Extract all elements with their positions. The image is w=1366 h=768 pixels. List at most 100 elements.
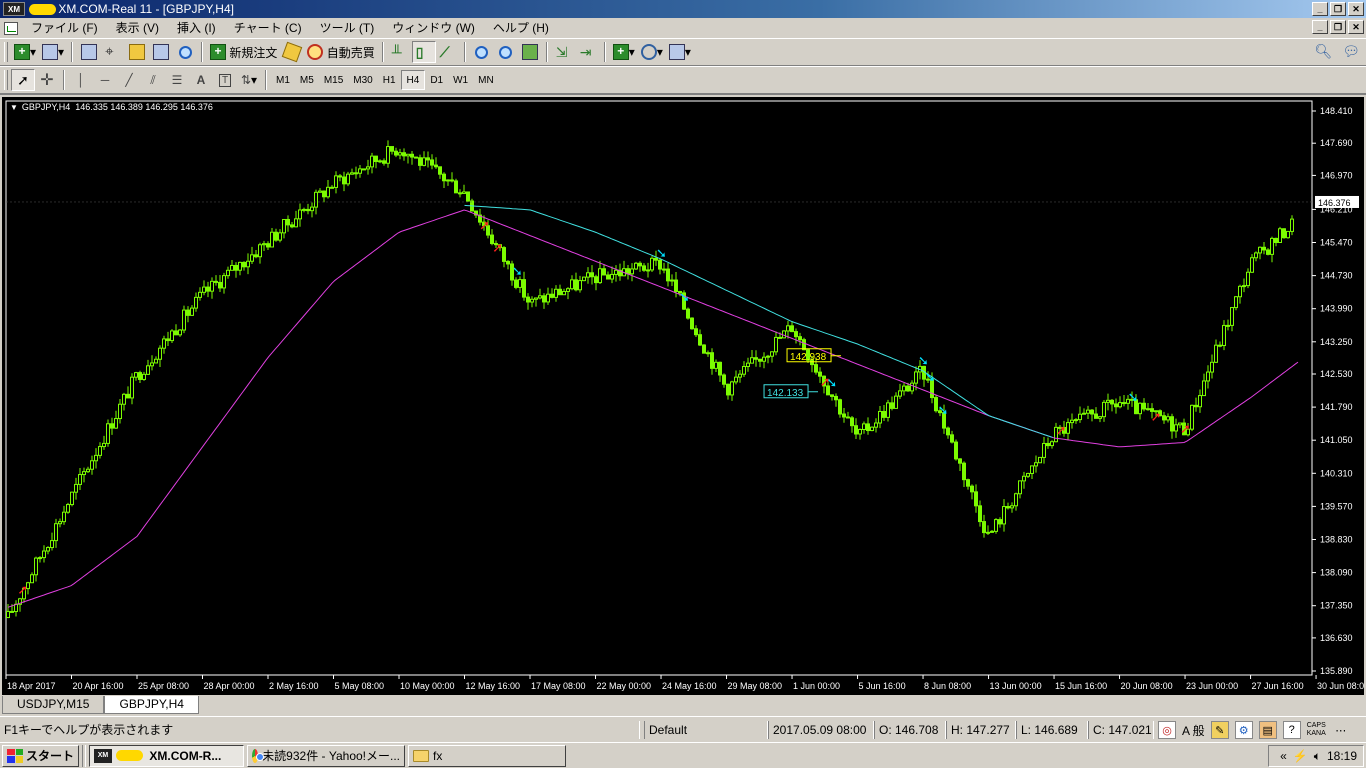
mdi-restore-button[interactable]: ❐ bbox=[1330, 20, 1346, 34]
new-chart-button[interactable]: + ▾ bbox=[11, 41, 39, 63]
tf-w1-button[interactable]: W1 bbox=[448, 70, 473, 90]
restore-button[interactable]: ❐ bbox=[1330, 2, 1346, 16]
strategy-tester-button[interactable] bbox=[173, 41, 197, 63]
terminal-button[interactable] bbox=[149, 41, 173, 63]
ma-fast-line bbox=[464, 204, 1053, 438]
zoom-out-button[interactable] bbox=[494, 41, 518, 63]
candle-body bbox=[426, 157, 430, 161]
zoom-in-button[interactable] bbox=[470, 41, 494, 63]
ime-help-icon[interactable]: ? bbox=[1282, 721, 1301, 739]
task-fx-folder[interactable]: fx bbox=[408, 744, 567, 767]
menu-help[interactable]: ヘルプ (H) bbox=[484, 19, 558, 37]
new-order-button[interactable]: + 新規注文 bbox=[207, 41, 280, 63]
tester-icon bbox=[178, 45, 192, 59]
chart-document-icon[interactable] bbox=[4, 21, 18, 35]
candle-body bbox=[1142, 402, 1146, 410]
candle-body bbox=[886, 402, 890, 418]
status-help-text: F1キーでヘルプが表示されます bbox=[0, 721, 640, 739]
horizontal-line-button[interactable]: ─ bbox=[93, 69, 117, 91]
mdi-close-button[interactable]: ✕ bbox=[1348, 20, 1364, 34]
tab-gbpjpy-h4[interactable]: GBPJPY,H4 bbox=[104, 696, 199, 714]
menu-chart[interactable]: チャート (C) bbox=[225, 19, 311, 37]
candle-body bbox=[1266, 249, 1270, 255]
menu-window[interactable]: ウィンドウ (W) bbox=[383, 19, 484, 37]
search-icon[interactable]: 🔍︎ bbox=[1314, 43, 1332, 60]
chart-tabs: USDJPY,M15 GBPJPY,H4 bbox=[0, 696, 1366, 716]
market-watch-button[interactable] bbox=[77, 41, 101, 63]
ime-mode[interactable]: A 般 bbox=[1182, 722, 1205, 739]
network-icon[interactable]: ⚡ bbox=[1293, 749, 1308, 763]
x-tick-label: 24 May 16:00 bbox=[662, 681, 717, 691]
close-button[interactable]: ✕ bbox=[1348, 2, 1364, 16]
zoom-in-icon bbox=[475, 45, 489, 59]
auto-scroll-button[interactable]: ⇲ bbox=[552, 41, 576, 63]
ime-toggle-icon[interactable]: ◎ bbox=[1158, 721, 1176, 739]
menu-view[interactable]: 表示 (V) bbox=[107, 19, 168, 37]
tf-m15-button[interactable]: M15 bbox=[319, 70, 348, 90]
candle-body bbox=[178, 329, 182, 336]
auto-trading-button[interactable]: 自動売買 bbox=[304, 41, 377, 63]
tab-usdjpy-m15[interactable]: USDJPY,M15 bbox=[2, 696, 105, 714]
line-chart-button[interactable]: ⟋ bbox=[436, 41, 460, 63]
task-xm-terminal[interactable]: XM XM.COM-R... bbox=[89, 744, 245, 767]
price-chart[interactable]: 148.410147.690146.970146.210145.470144.7… bbox=[2, 97, 1364, 695]
signal-down-arrow: ➘ bbox=[918, 354, 929, 369]
equidistant-channel-button[interactable]: ⫽ bbox=[141, 69, 165, 91]
cursor-button[interactable]: ➚ bbox=[11, 69, 35, 91]
text-button[interactable]: A bbox=[189, 69, 213, 91]
periods-button[interactable]: ▾ bbox=[638, 41, 666, 63]
chart-shift-button[interactable]: ⇥ bbox=[576, 41, 600, 63]
ime-dictionary-icon[interactable]: ⚙ bbox=[1234, 721, 1253, 739]
tf-mn-button[interactable]: MN bbox=[473, 70, 499, 90]
tf-d1-button[interactable]: D1 bbox=[425, 70, 448, 90]
navigator-button[interactable] bbox=[125, 41, 149, 63]
candle-body bbox=[598, 268, 602, 284]
menu-tools[interactable]: ツール (T) bbox=[311, 19, 384, 37]
y-tick-label: 148.410 bbox=[1320, 106, 1353, 116]
ime-options-icon[interactable]: ⋯ bbox=[1332, 721, 1350, 739]
menu-insert[interactable]: 挿入 (I) bbox=[168, 19, 225, 37]
indicators-button[interactable]: + ▾ bbox=[610, 41, 638, 63]
chart-canvas[interactable]: 148.410 147.690 146.970 146.210 145.470 144.7… bbox=[2, 97, 1364, 695]
menu-file[interactable]: ファイル (F) bbox=[22, 19, 107, 37]
tray-expand-icon[interactable]: « bbox=[1280, 749, 1287, 763]
bar-chart-button[interactable]: ╨ bbox=[388, 41, 412, 63]
toolbar-grip[interactable] bbox=[4, 42, 8, 62]
tf-h1-button[interactable]: H1 bbox=[378, 70, 401, 90]
data-window-button[interactable]: ⌖ bbox=[101, 41, 125, 63]
crosshair-button[interactable]: ✛ bbox=[35, 69, 59, 91]
arrows-button[interactable]: ⇅ ▾ bbox=[237, 69, 261, 91]
tf-h4-button[interactable]: H4 bbox=[400, 70, 426, 90]
toolbar-grip[interactable] bbox=[4, 70, 8, 90]
profiles-button[interactable]: ▾ bbox=[39, 41, 67, 63]
tf-m1-button[interactable]: M1 bbox=[271, 70, 295, 90]
fibonacci-button[interactable]: ☰ bbox=[165, 69, 189, 91]
candle-body bbox=[646, 269, 650, 272]
candle-body bbox=[1286, 230, 1290, 239]
tf-m5-button[interactable]: M5 bbox=[295, 70, 319, 90]
tile-windows-button[interactable] bbox=[518, 41, 542, 63]
tf-m30-button[interactable]: M30 bbox=[348, 70, 377, 90]
candle-body bbox=[522, 279, 526, 298]
start-button[interactable]: スタート bbox=[2, 744, 80, 767]
candle-body bbox=[114, 418, 118, 429]
mdi-minimize-button[interactable]: _ bbox=[1312, 20, 1328, 34]
text-label-button[interactable]: T bbox=[213, 69, 237, 91]
collapse-triangle-icon[interactable]: ▼ bbox=[10, 103, 18, 112]
templates-button[interactable]: ▾ bbox=[666, 41, 694, 63]
candlestick-button[interactable]: ▯ bbox=[411, 41, 436, 63]
minimize-button[interactable]: _ bbox=[1312, 2, 1328, 16]
candle-body bbox=[1238, 285, 1242, 298]
metaeditor-button[interactable] bbox=[280, 41, 304, 63]
candle-body bbox=[998, 519, 1002, 525]
vertical-line-button[interactable]: │ bbox=[69, 69, 93, 91]
y-tick-label: 141.050 bbox=[1320, 435, 1353, 445]
ime-tool-icon[interactable]: ✎ bbox=[1210, 721, 1229, 739]
volume-icon[interactable]: 🔈︎ bbox=[1314, 749, 1321, 764]
trendline-button[interactable]: ╱ bbox=[117, 69, 141, 91]
candle-body bbox=[222, 275, 226, 289]
candle-body bbox=[854, 425, 858, 435]
task-chrome-yahoo-mail[interactable]: 未読932件 - Yahoo!メー... bbox=[247, 744, 406, 767]
chat-icon[interactable]: 💬︎ bbox=[1342, 43, 1360, 60]
ime-pad-icon[interactable]: ▤ bbox=[1258, 721, 1277, 739]
